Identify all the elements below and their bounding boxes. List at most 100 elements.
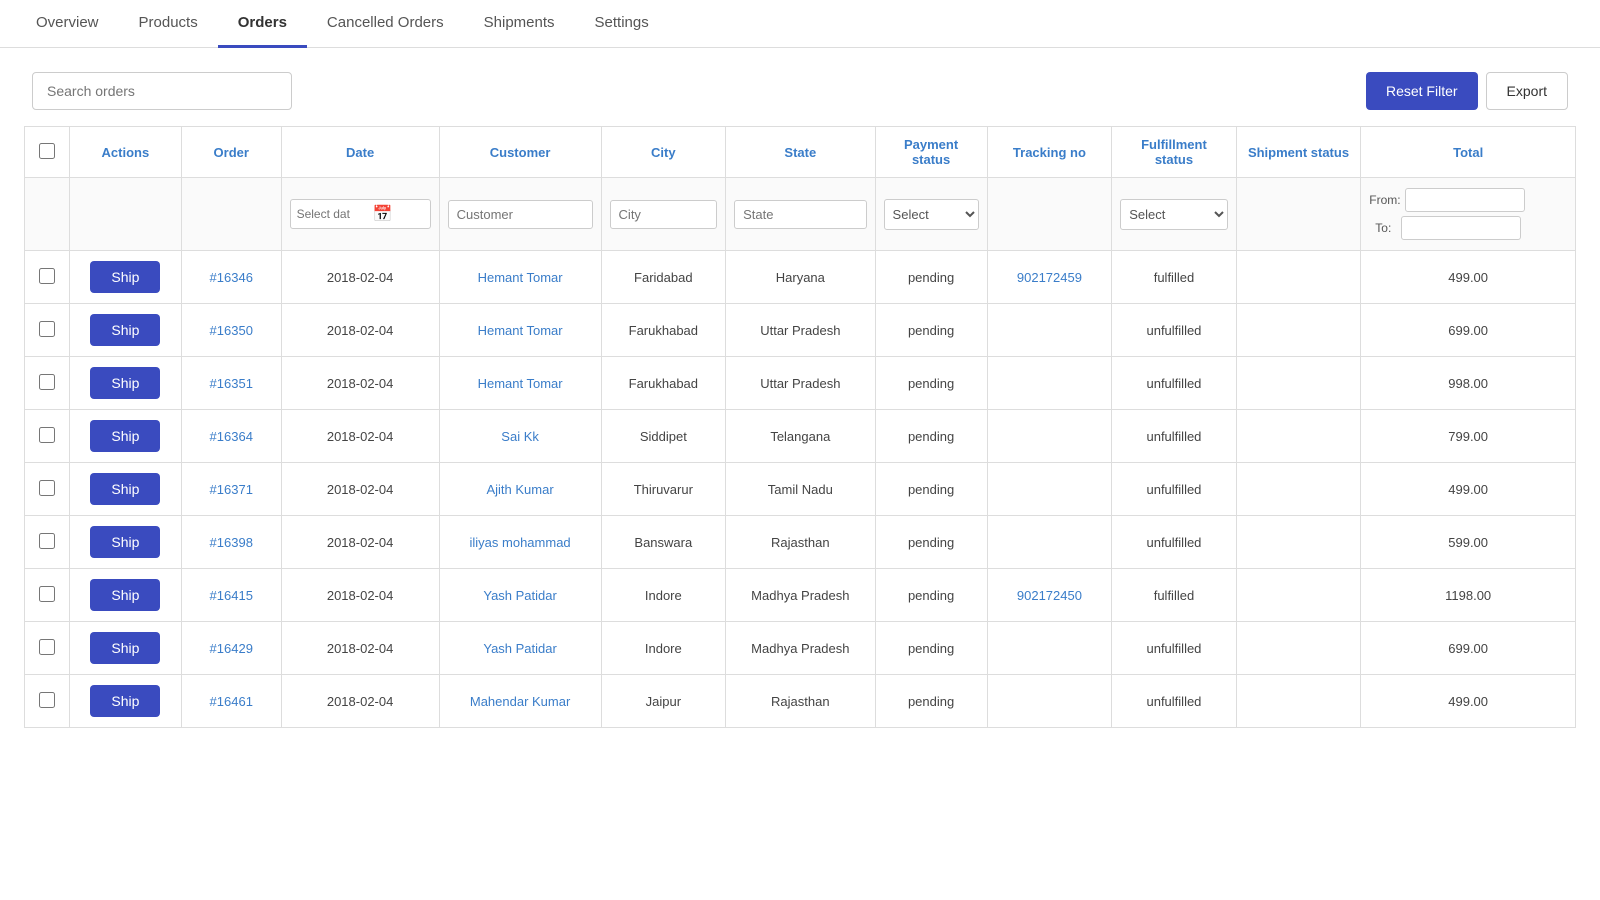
row-checkbox-cell [25,516,70,569]
nav-tab-shipments[interactable]: Shipments [464,0,575,48]
row-tracking-cell: 902172459 [987,251,1112,304]
row-actions-cell: Ship [69,463,181,516]
row-payment-cell: pending [875,357,987,410]
select-all-checkbox[interactable] [39,143,55,159]
col-header-date: Date [281,127,439,178]
row-fulfillment-cell: unfulfilled [1112,622,1237,675]
order-link[interactable]: #16346 [210,270,253,285]
row-tracking-cell [987,675,1112,728]
row-tracking-cell [987,410,1112,463]
nav-tab-overview[interactable]: Overview [16,0,119,48]
customer-link[interactable]: Mahendar Kumar [470,694,570,709]
ship-button[interactable]: Ship [90,420,160,452]
row-checkbox[interactable] [39,533,55,549]
row-shipment-cell [1236,357,1361,410]
col-header-payment_status: Payment status [875,127,987,178]
filter-customer [439,178,601,251]
row-shipment-cell [1236,251,1361,304]
customer-link[interactable]: Yash Patidar [483,641,556,656]
row-checkbox[interactable] [39,480,55,496]
filter-order [181,178,281,251]
ship-button[interactable]: Ship [90,261,160,293]
row-checkbox[interactable] [39,692,55,708]
row-checkbox-cell [25,304,70,357]
row-checkbox-cell [25,622,70,675]
calendar-icon[interactable]: 📅 [373,204,393,224]
total-to-input[interactable] [1401,216,1521,240]
customer-filter-input[interactable] [448,200,593,229]
row-city-cell: Indore [601,622,726,675]
order-link[interactable]: #16351 [210,376,253,391]
date-filter-input[interactable] [297,207,369,221]
row-checkbox-cell [25,251,70,304]
row-checkbox[interactable] [39,268,55,284]
order-link[interactable]: #16371 [210,482,253,497]
order-link[interactable]: #16350 [210,323,253,338]
tracking-link[interactable]: 902172450 [1017,588,1082,603]
customer-link[interactable]: Hemant Tomar [478,376,563,391]
order-link[interactable]: #16461 [210,694,253,709]
tracking-link[interactable]: 902172459 [1017,270,1082,285]
state-filter-input[interactable] [734,200,866,229]
order-link[interactable]: #16415 [210,588,253,603]
ship-button[interactable]: Ship [90,685,160,717]
row-order-cell: #16371 [181,463,281,516]
row-fulfillment-cell: unfulfilled [1112,463,1237,516]
nav-tab-products[interactable]: Products [119,0,218,48]
reset-filter-button[interactable]: Reset Filter [1366,72,1478,110]
city-filter-input[interactable] [610,200,718,229]
table-row: Ship#163712018-02-04Ajith KumarThiruvaru… [25,463,1576,516]
toolbar-buttons: Reset Filter Export [1366,72,1568,110]
row-checkbox-cell [25,463,70,516]
ship-button[interactable]: Ship [90,473,160,505]
row-city-cell: Faridabad [601,251,726,304]
ship-button[interactable]: Ship [90,632,160,664]
row-payment-cell: pending [875,463,987,516]
nav-tab-orders[interactable]: Orders [218,0,307,48]
customer-link[interactable]: Ajith Kumar [486,482,553,497]
ship-button[interactable]: Ship [90,367,160,399]
ship-button[interactable]: Ship [90,579,160,611]
order-link[interactable]: #16398 [210,535,253,550]
order-link[interactable]: #16429 [210,641,253,656]
row-checkbox[interactable] [39,586,55,602]
row-checkbox-cell [25,569,70,622]
row-checkbox[interactable] [39,639,55,655]
row-fulfillment-cell: fulfilled [1112,569,1237,622]
customer-link[interactable]: Yash Patidar [483,588,556,603]
row-date-cell: 2018-02-04 [281,251,439,304]
customer-link[interactable]: Sai Kk [501,429,539,444]
row-payment-cell: pending [875,569,987,622]
ship-button[interactable]: Ship [90,314,160,346]
row-checkbox[interactable] [39,427,55,443]
row-checkbox-cell [25,410,70,463]
row-city-cell: Farukhabad [601,357,726,410]
row-date-cell: 2018-02-04 [281,357,439,410]
customer-link[interactable]: iliyas mohammad [470,535,571,550]
row-actions-cell: Ship [69,622,181,675]
customer-link[interactable]: Hemant Tomar [478,323,563,338]
row-date-cell: 2018-02-04 [281,304,439,357]
row-checkbox[interactable] [39,321,55,337]
row-state-cell: Uttar Pradesh [726,304,875,357]
payment-filter-select[interactable]: Selectpendingpaidrefunded [884,199,979,230]
row-checkbox[interactable] [39,374,55,390]
nav-tab-settings[interactable]: Settings [575,0,669,48]
order-link[interactable]: #16364 [210,429,253,444]
search-input[interactable] [32,72,292,110]
nav-tab-cancelled-orders[interactable]: Cancelled Orders [307,0,464,48]
row-payment-cell: pending [875,675,987,728]
row-shipment-cell [1236,569,1361,622]
col-header-fulfillment_status: Fulfillment status [1112,127,1237,178]
fulfillment-filter-select[interactable]: Selectfulfilledunfulfilled [1120,199,1228,230]
total-from-input[interactable] [1405,188,1525,212]
row-shipment-cell [1236,463,1361,516]
row-state-cell: Tamil Nadu [726,463,875,516]
row-order-cell: #16429 [181,622,281,675]
row-order-cell: #16398 [181,516,281,569]
customer-link[interactable]: Hemant Tomar [478,270,563,285]
row-shipment-cell [1236,675,1361,728]
ship-button[interactable]: Ship [90,526,160,558]
orders-table-container: ActionsOrderDateCustomerCityStatePayment… [0,126,1600,752]
export-button[interactable]: Export [1486,72,1568,110]
